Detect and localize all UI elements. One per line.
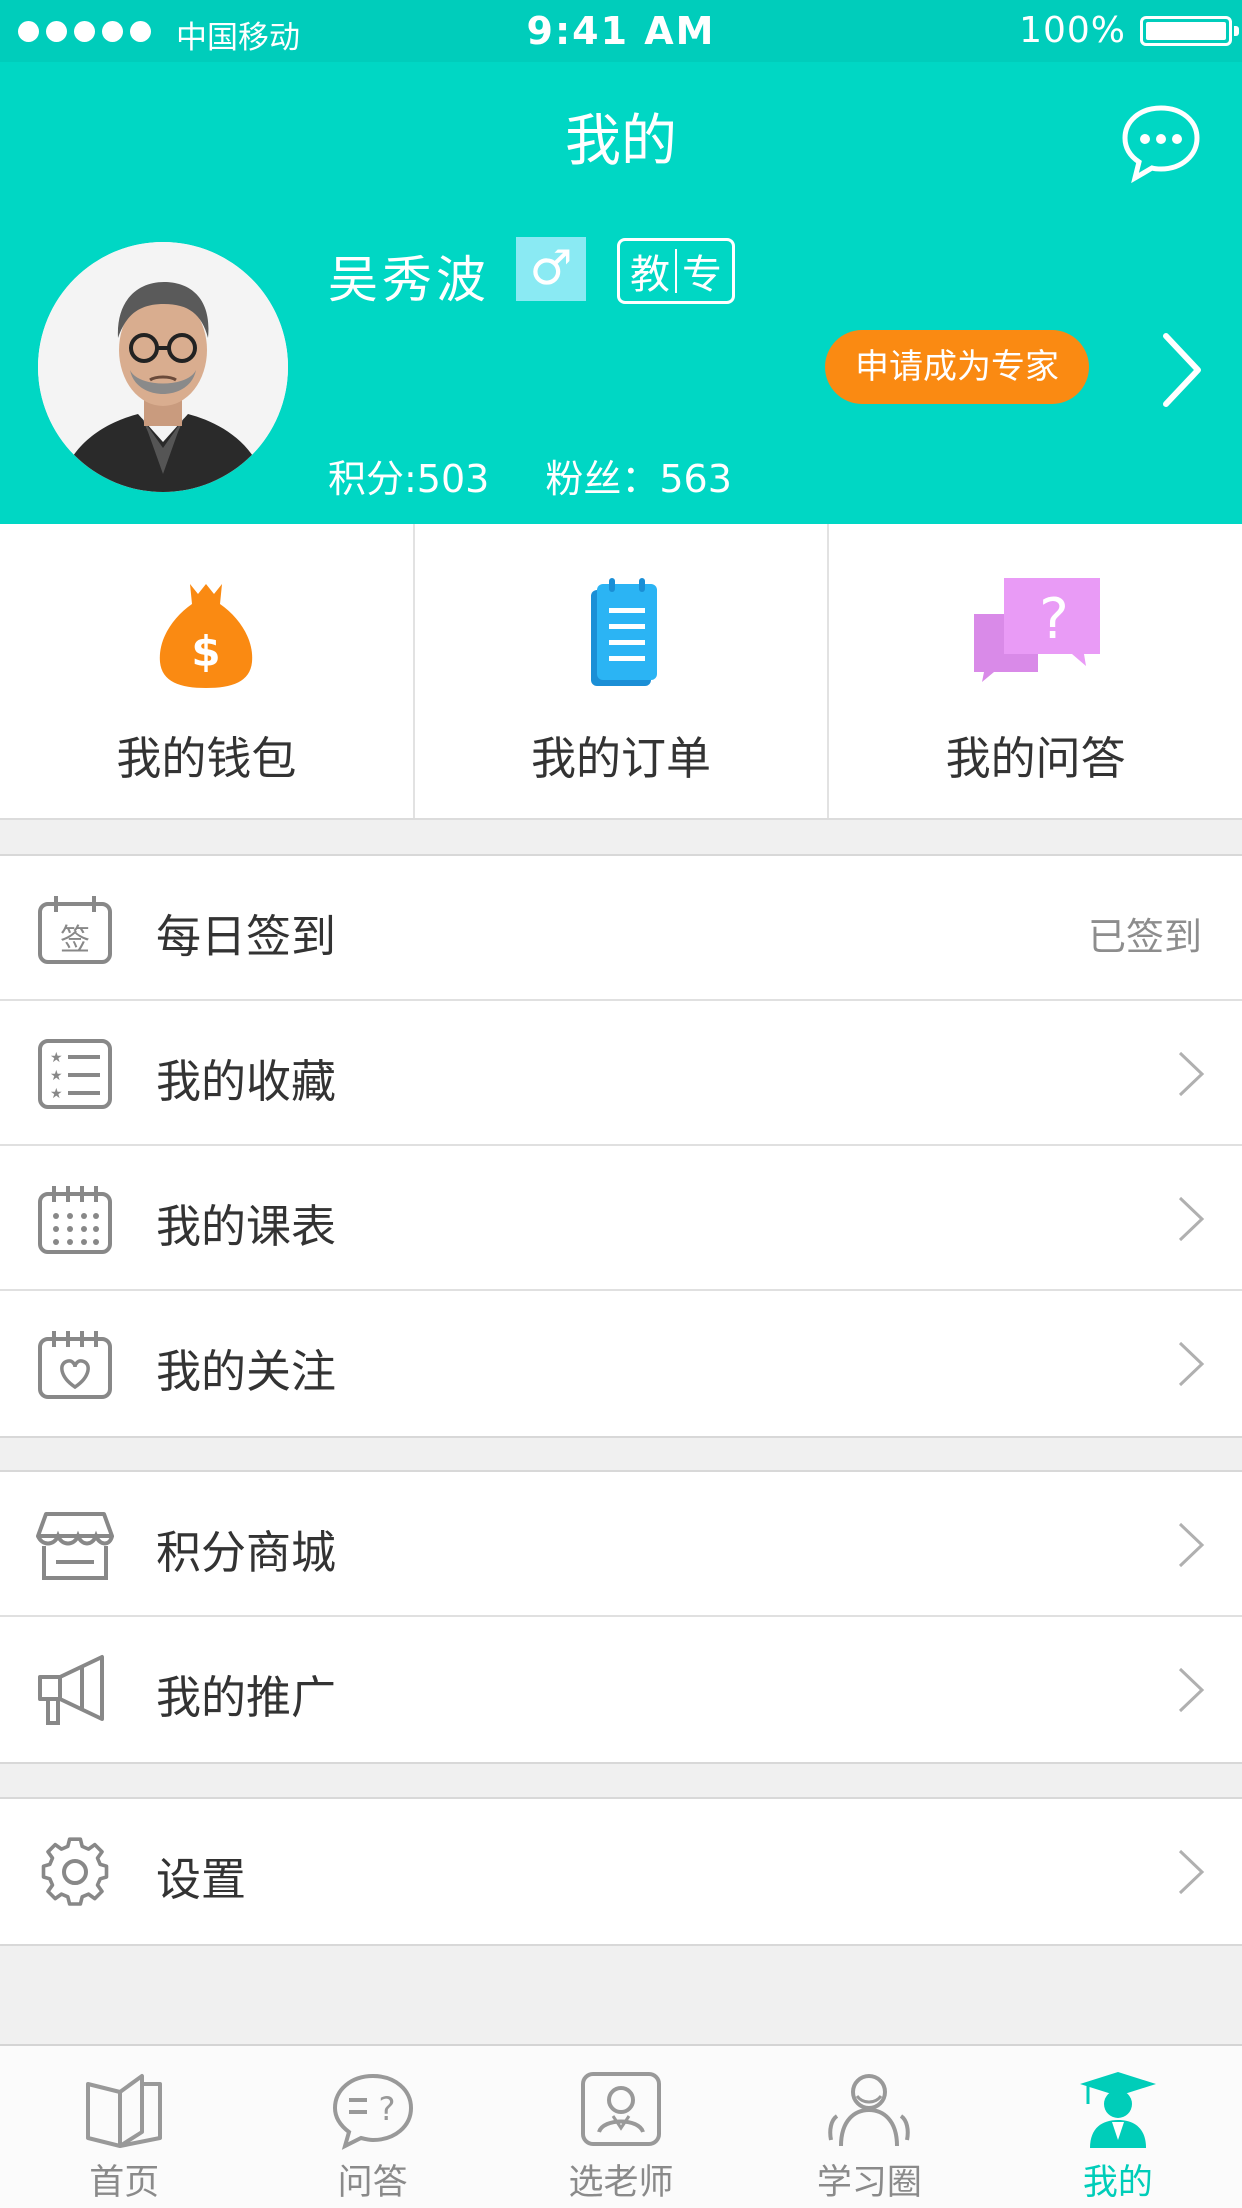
graduate-icon bbox=[1076, 2070, 1160, 2150]
chevron-right-icon bbox=[1176, 1847, 1206, 1897]
menu-group-main: 签 每日签到 已签到 ★ ★ ★ 我的收藏 我的课表 我的关注 bbox=[0, 854, 1242, 1438]
megaphone-icon bbox=[36, 1653, 114, 1727]
apply-expert-button[interactable]: 申请成为专家 bbox=[825, 330, 1089, 404]
tab-home[interactable]: 首页 bbox=[0, 2046, 248, 2208]
quick-qa-label: 我的问答 bbox=[945, 732, 1126, 785]
menu-settings-label: 设置 bbox=[156, 1853, 247, 1906]
menu-favorites[interactable]: ★ ★ ★ 我的收藏 bbox=[0, 1001, 1242, 1146]
menu-points-mall-label: 积分商城 bbox=[156, 1526, 337, 1579]
quick-orders-label: 我的订单 bbox=[531, 732, 712, 785]
svg-text:$: $ bbox=[192, 627, 221, 676]
menu-settings[interactable]: 设置 bbox=[0, 1799, 1242, 1944]
tab-mine[interactable]: 我的 bbox=[994, 2046, 1242, 2208]
tab-qa-label: 问答 bbox=[337, 2163, 408, 2203]
chevron-right-icon bbox=[1176, 1339, 1206, 1389]
svg-text:★: ★ bbox=[50, 1068, 63, 1084]
store-icon bbox=[36, 1508, 114, 1582]
order-list-icon bbox=[551, 574, 691, 692]
book-icon bbox=[82, 2070, 166, 2150]
status-bar: 中国移动 9:41 AM 100% bbox=[0, 0, 1242, 62]
role-badge-expert: 专 bbox=[682, 252, 722, 298]
question-bubble-icon: ? bbox=[331, 2070, 415, 2150]
user-name: 吴秀波 bbox=[328, 251, 490, 309]
tab-home-label: 首页 bbox=[89, 2163, 160, 2203]
gender-male-icon: ♂ bbox=[516, 237, 586, 301]
fans-stat[interactable]: 粉丝：563 bbox=[545, 448, 732, 503]
user-stats: 积分:503 粉丝：563 bbox=[328, 448, 732, 503]
role-badge-teacher: 教 bbox=[630, 252, 670, 298]
quick-orders[interactable]: 我的订单 bbox=[415, 524, 830, 818]
calendar-sign-icon: 签 bbox=[36, 892, 114, 966]
gear-icon bbox=[36, 1835, 114, 1909]
battery-percent: 100% bbox=[1019, 10, 1126, 51]
quick-wallet-label: 我的钱包 bbox=[116, 732, 297, 785]
menu-favorites-label: 我的收藏 bbox=[156, 1055, 337, 1108]
menu-schedule-label: 我的课表 bbox=[156, 1200, 337, 1253]
menu-follows-label: 我的关注 bbox=[156, 1345, 337, 1398]
tab-circle[interactable]: 学习圈 bbox=[745, 2046, 993, 2208]
page-title: 我的 bbox=[565, 109, 677, 174]
tab-teachers[interactable]: 选老师 bbox=[497, 2046, 745, 2208]
svg-text:?: ? bbox=[378, 2090, 395, 2128]
menu-daily-signin[interactable]: 签 每日签到 已签到 bbox=[0, 856, 1242, 1001]
people-icon bbox=[827, 2070, 911, 2150]
tab-bar: 首页 ? 问答 选老师 学习圈 我的 bbox=[0, 2044, 1242, 2208]
battery-icon bbox=[1140, 16, 1239, 46]
menu-follows[interactable]: 我的关注 bbox=[0, 1291, 1242, 1436]
quick-actions: $ 我的钱包 我的订单 ? 我的问答 bbox=[0, 524, 1242, 820]
chevron-right-icon[interactable] bbox=[1158, 330, 1206, 410]
tab-teachers-label: 选老师 bbox=[568, 2163, 674, 2203]
teacher-card-icon bbox=[579, 2070, 663, 2150]
chat-bubble-icon[interactable] bbox=[1120, 102, 1202, 184]
tab-mine-label: 我的 bbox=[1082, 2163, 1153, 2203]
chevron-right-icon bbox=[1176, 1665, 1206, 1715]
signin-status: 已签到 bbox=[1087, 915, 1202, 959]
points-stat[interactable]: 积分:503 bbox=[328, 448, 489, 503]
menu-group-settings: 设置 bbox=[0, 1797, 1242, 1946]
chevron-right-icon bbox=[1176, 1194, 1206, 1244]
role-badge: 教 专 bbox=[617, 238, 735, 304]
question-chat-icon: ? bbox=[966, 574, 1106, 692]
svg-text:?: ? bbox=[1039, 587, 1069, 652]
avatar[interactable] bbox=[38, 242, 288, 492]
svg-text:★: ★ bbox=[50, 1050, 63, 1066]
menu-group-extra: 积分商城 我的推广 bbox=[0, 1470, 1242, 1764]
profile-header: 中国移动 9:41 AM 100% 我的 吴秀波 ♂ 教 专 申请成为专家 积分… bbox=[0, 0, 1242, 524]
money-bag-icon: $ bbox=[136, 574, 276, 692]
chevron-right-icon bbox=[1176, 1520, 1206, 1570]
menu-promotion-label: 我的推广 bbox=[156, 1671, 337, 1724]
menu-promotion[interactable]: 我的推广 bbox=[0, 1617, 1242, 1762]
quick-wallet[interactable]: $ 我的钱包 bbox=[0, 524, 415, 818]
svg-text:签: 签 bbox=[60, 923, 90, 958]
quick-qa[interactable]: ? 我的问答 bbox=[829, 524, 1242, 818]
tab-qa[interactable]: ? 问答 bbox=[248, 2046, 496, 2208]
tab-circle-label: 学习圈 bbox=[816, 2163, 922, 2203]
star-list-icon: ★ ★ ★ bbox=[36, 1037, 114, 1111]
menu-points-mall[interactable]: 积分商城 bbox=[0, 1472, 1242, 1617]
chevron-right-icon bbox=[1176, 1049, 1206, 1099]
svg-text:★: ★ bbox=[50, 1086, 63, 1102]
menu-daily-signin-label: 每日签到 bbox=[156, 910, 337, 963]
calendar-heart-icon bbox=[36, 1327, 114, 1401]
calendar-grid-icon bbox=[36, 1182, 114, 1256]
menu-schedule[interactable]: 我的课表 bbox=[0, 1146, 1242, 1291]
